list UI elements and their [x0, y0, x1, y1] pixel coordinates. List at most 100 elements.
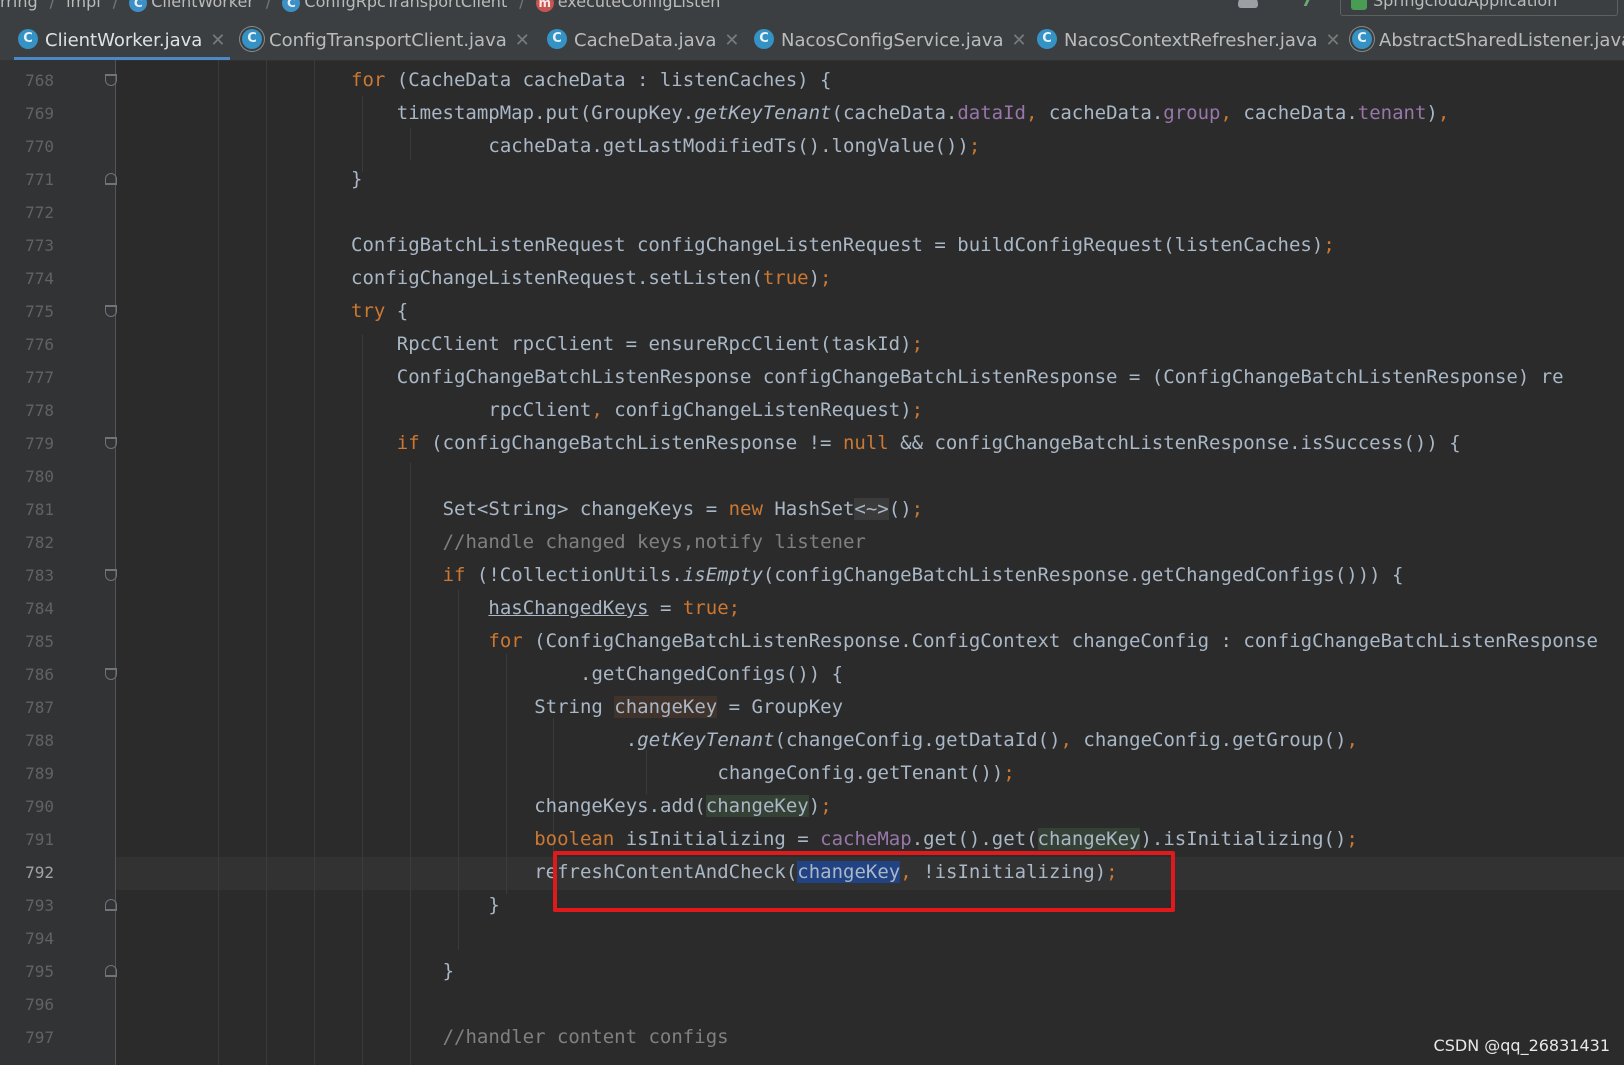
- tab-nacoscontextrefresher[interactable]: C NacosContextRefresher.java ✕: [1037, 20, 1341, 60]
- line-number: 797: [25, 1028, 54, 1047]
- line-number: 794: [25, 929, 54, 948]
- line-number: 776: [25, 335, 54, 354]
- fold-icon[interactable]: [105, 668, 117, 680]
- abstract-class-icon: C: [242, 29, 262, 49]
- indent-guide: [458, 590, 459, 950]
- breadcrumb: rring / impl / C ClientWorker / C ConfigRpcTr…: [0, 0, 726, 12]
- code-line[interactable]: changeKeys.add(changeKey);: [534, 790, 832, 823]
- line-number: 777: [25, 368, 54, 387]
- line-number: 782: [25, 533, 54, 552]
- line-number-current: 792: [25, 863, 54, 882]
- breadcrumb-item-impl[interactable]: impl: [66, 0, 101, 11]
- indent-guide: [266, 60, 267, 1065]
- line-number: 788: [25, 731, 54, 750]
- code-line[interactable]: .getChangedConfigs()) {: [580, 658, 843, 691]
- line-number: 779: [25, 434, 54, 453]
- user-icon[interactable]: [1238, 0, 1258, 8]
- fold-icon[interactable]: [105, 173, 117, 185]
- line-number: 780: [25, 467, 54, 486]
- close-icon[interactable]: ✕: [1326, 30, 1341, 51]
- line-number: 784: [25, 599, 54, 618]
- code-line[interactable]: try {: [351, 295, 408, 328]
- build-icon[interactable]: [1303, 0, 1324, 6]
- line-number: 770: [25, 137, 54, 156]
- code-line[interactable]: }: [488, 889, 499, 922]
- code-line[interactable]: }: [443, 955, 454, 988]
- code-line[interactable]: configChangeListenRequest.setListen(true…: [351, 262, 831, 295]
- close-icon[interactable]: ✕: [210, 30, 225, 51]
- code-line[interactable]: timestampMap.put(GroupKey.getKeyTenant(c…: [397, 97, 1450, 130]
- fold-icon[interactable]: [105, 437, 117, 449]
- breadcrumb-item-package[interactable]: rring: [0, 0, 38, 11]
- tab-abstractsharedlistener[interactable]: C AbstractSharedListener.java: [1352, 20, 1624, 60]
- line-number: 783: [25, 566, 54, 585]
- breadcrumb-item-method[interactable]: m executeConfigListen: [535, 0, 720, 12]
- class-icon: C: [754, 29, 774, 49]
- line-number: 796: [25, 995, 54, 1014]
- line-number: 774: [25, 269, 54, 288]
- class-icon: C: [129, 0, 148, 12]
- indent-guide: [410, 463, 411, 1065]
- code-line[interactable]: for (ConfigChangeBatchListenResponse.Con…: [488, 625, 1598, 658]
- code-line[interactable]: changeConfig.getTenant());: [717, 757, 1014, 790]
- line-number: 789: [25, 764, 54, 783]
- close-icon[interactable]: ✕: [515, 30, 530, 51]
- fold-icon[interactable]: [105, 74, 117, 86]
- line-number: 771: [25, 170, 54, 189]
- watermark: CSDN @qq_26831431: [1433, 1036, 1610, 1055]
- fold-icon[interactable]: [105, 305, 117, 317]
- code-line[interactable]: for (CacheData cacheData : listenCaches)…: [351, 64, 831, 97]
- navigation-bar: rring / impl / C ClientWorker / C ConfigRpcTr…: [0, 0, 1624, 20]
- code-line[interactable]: if (!CollectionUtils.isEmpty(configChang…: [443, 559, 1404, 592]
- fold-icon[interactable]: [105, 965, 117, 977]
- line-number: 769: [25, 104, 54, 123]
- code-line[interactable]: RpcClient rpcClient = ensureRpcClient(ta…: [397, 328, 923, 361]
- code-line[interactable]: rpcClient, configChangeListenRequest);: [488, 394, 923, 427]
- indent-guide: [362, 96, 363, 172]
- tab-clientworker[interactable]: C ClientWorker.java ✕: [14, 20, 230, 60]
- code-line[interactable]: }: [351, 163, 362, 196]
- line-number: 786: [25, 665, 54, 684]
- line-number: 772: [25, 203, 54, 222]
- code-line[interactable]: cacheData.getLastModifiedTs().longValue(…: [488, 130, 980, 163]
- code-line[interactable]: .getKeyTenant(changeConfig.getDataId(), …: [626, 724, 1358, 757]
- line-number: 781: [25, 500, 54, 519]
- code-line[interactable]: ConfigBatchListenRequest configChangeLis…: [351, 229, 1335, 262]
- class-icon: C: [547, 29, 567, 49]
- code-line[interactable]: ConfigChangeBatchListenResponse configCh…: [397, 361, 1564, 394]
- fold-icon[interactable]: [105, 569, 117, 581]
- class-icon: C: [1037, 29, 1057, 49]
- breadcrumb-item-inner-class[interactable]: C ConfigRpcTransportClient: [282, 0, 507, 12]
- code-line[interactable]: Set<String> changeKeys = new HashSet<~>(…: [443, 493, 923, 526]
- breadcrumb-item-class[interactable]: C ClientWorker: [129, 0, 254, 12]
- run-configuration-select[interactable]: SpringcloudApplication: [1340, 0, 1618, 16]
- tab-nacosconfigservice[interactable]: C NacosConfigService.java ✕: [754, 20, 1027, 60]
- class-icon: C: [282, 0, 301, 12]
- code-line[interactable]: if (configChangeBatchListenResponse != n…: [397, 427, 1461, 460]
- line-number: 791: [25, 830, 54, 849]
- gutter-divider: [115, 60, 116, 1065]
- line-number: 787: [25, 698, 54, 717]
- indent-guide: [410, 128, 411, 160]
- method-icon: m: [535, 0, 554, 12]
- class-icon: C: [18, 29, 38, 49]
- code-line[interactable]: //handle changed keys,notify listener: [443, 526, 866, 559]
- spring-boot-icon: [1351, 0, 1367, 10]
- code-line[interactable]: //handler content configs: [443, 1021, 729, 1054]
- fold-icon[interactable]: [105, 899, 117, 911]
- close-icon[interactable]: ✕: [724, 30, 739, 51]
- line-number: 773: [25, 236, 54, 255]
- indent-guide: [218, 60, 219, 1065]
- abstract-class-icon: C: [1352, 29, 1372, 49]
- highlight-annotation-box: [553, 851, 1175, 912]
- close-icon[interactable]: ✕: [1012, 30, 1027, 51]
- tab-configtransportclient[interactable]: C ConfigTransportClient.java ✕: [242, 20, 530, 60]
- code-line[interactable]: String changeKey = GroupKey: [534, 691, 843, 724]
- code-line[interactable]: hasChangedKeys = true;: [488, 592, 740, 625]
- indent-guide: [314, 60, 315, 1065]
- line-number: 768: [25, 71, 54, 90]
- tab-cachedata[interactable]: C CacheData.java ✕: [547, 20, 740, 60]
- line-number: 775: [25, 302, 54, 321]
- line-number: 778: [25, 401, 54, 420]
- indent-guide: [506, 654, 507, 894]
